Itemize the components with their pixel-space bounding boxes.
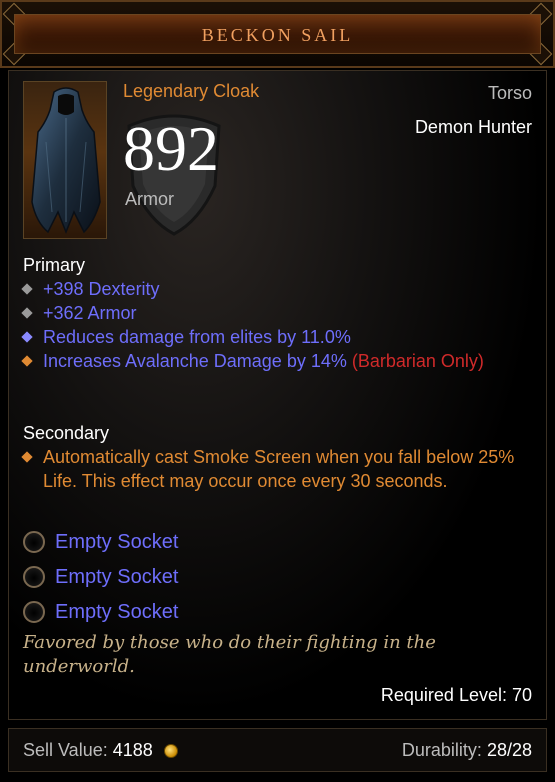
primary-affix: +362 Armor [21, 301, 533, 325]
item-slot: Torso [487, 83, 532, 103]
socket-label: Empty Socket [55, 565, 179, 588]
tooltip-footer: Sell Value: 4188 Durability: 28/28 [8, 728, 547, 772]
socket-ring-icon [23, 531, 45, 553]
flavor-text: Favored by those who do their fighting i… [23, 632, 436, 677]
diamond-bullet-icon [21, 307, 33, 319]
secondary-affix-legendary: Automatically cast Smoke Screen when you… [21, 445, 533, 493]
diamond-bullet-icon [21, 451, 33, 463]
diamond-bullet-icon [21, 355, 33, 367]
socket-ring-icon [23, 566, 45, 588]
primary-affix-legendary: Increases Avalanche Damage by 14% (Barba… [21, 349, 533, 373]
socket-slot[interactable]: Empty Socket [23, 598, 178, 626]
item-name: BECKON SAIL [201, 25, 354, 45]
socket-slot[interactable]: Empty Socket [23, 528, 178, 556]
socket-ring-icon [23, 601, 45, 623]
armor-value: 892 [123, 113, 219, 184]
title-plaque: BECKON SAIL [14, 14, 541, 54]
primary-affix: Reduces damage from elites by 11.0% [21, 325, 533, 349]
socket-slot[interactable]: Empty Socket [23, 563, 178, 591]
cloak-icon [31, 87, 101, 235]
sell-value: Sell Value: 4188 [23, 740, 178, 761]
secondary-section-title: Secondary [23, 423, 110, 443]
class-requirement: Demon Hunter [414, 117, 532, 137]
socket-label: Empty Socket [55, 600, 179, 623]
sell-value-label: Sell Value: [23, 740, 108, 760]
durability-value: 28/28 [486, 740, 532, 760]
primary-affix: +398 Dexterity [21, 277, 533, 301]
sell-value-amount: 4188 [112, 740, 153, 760]
socket-label: Empty Socket [55, 530, 179, 553]
required-level: Required Level: 70 [380, 685, 532, 705]
title-bar: BECKON SAIL [0, 0, 555, 68]
item-tooltip: BECKON SAIL Legendary Cloak Torso Demon … [0, 0, 555, 782]
tooltip-body: Legendary Cloak Torso Demon Hunter 892 A… [8, 70, 547, 720]
primary-section-title: Primary [23, 255, 85, 275]
durability-label: Durability: [401, 740, 482, 760]
item-rarity-type: Legendary Cloak [123, 81, 260, 101]
item-icon-frame [23, 81, 107, 239]
diamond-bullet-icon [21, 331, 33, 343]
class-restriction-note: (Barbarian Only) [351, 351, 484, 371]
diamond-bullet-icon [21, 283, 33, 295]
affix-text: Increases Avalanche Damage by 14% [43, 351, 347, 371]
gold-coin-icon [163, 744, 178, 759]
armor-label: Armor [125, 189, 174, 209]
durability: Durability: 28/28 [402, 740, 532, 761]
